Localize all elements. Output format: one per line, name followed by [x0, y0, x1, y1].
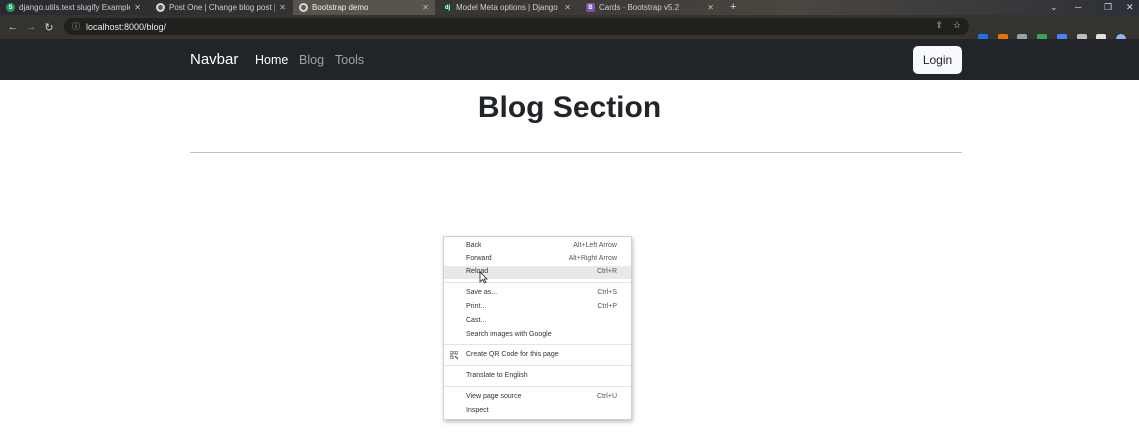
django-icon: dj — [443, 3, 452, 12]
navbar-brand[interactable]: Navbar — [190, 51, 238, 68]
menu-separator — [444, 282, 631, 283]
menu-item-inspect[interactable]: Inspect — [444, 405, 631, 418]
menu-item-shortcut: Ctrl+R — [596, 268, 617, 275]
new-tab-button[interactable]: + — [730, 0, 736, 15]
browser-tab[interactable]: dj Model Meta options | Django do ✕ — [437, 0, 577, 15]
bootstrap-icon: B — [586, 3, 595, 12]
back-arrow-icon[interactable]: ← — [6, 21, 20, 33]
menu-item-label: Save as... — [466, 289, 498, 296]
reload-icon[interactable]: ↻ — [42, 21, 56, 34]
menu-item-cast[interactable]: Cast... — [444, 315, 631, 328]
page-title: Blog Section — [477, 91, 662, 124]
site-navbar: Navbar Home Blog Tools Login — [0, 39, 1139, 80]
browser-tab[interactable]: B Cards · Bootstrap v5.2 ✕ — [580, 0, 720, 15]
menu-item-view-source[interactable]: View page source Ctrl+U — [444, 391, 631, 404]
globe-icon: ◍ — [299, 3, 308, 12]
login-button[interactable]: Login — [913, 46, 962, 74]
site-info-icon[interactable]: ⓘ — [72, 21, 80, 32]
close-icon[interactable]: ✕ — [134, 3, 141, 12]
menu-item-label: View page source — [466, 393, 522, 400]
tab-title: Post One | Change blog post | Dj — [169, 3, 276, 12]
browser-tab-active[interactable]: ◍ Bootstrap demo ✕ — [293, 0, 435, 15]
tab-favicon-s-icon: S — [6, 3, 15, 12]
menu-item-label: Print... — [466, 303, 487, 310]
restore-icon[interactable]: ❐ — [1104, 0, 1112, 15]
menu-item-label: Forward — [466, 255, 492, 262]
globe-icon: ◍ — [156, 3, 165, 12]
close-window-icon[interactable]: ✕ — [1126, 0, 1134, 15]
menu-item-shortcut: Alt+Left Arrow — [573, 242, 617, 249]
tab-title: Model Meta options | Django do — [456, 3, 561, 12]
menu-separator — [444, 365, 631, 366]
nav-link-home[interactable]: Home — [255, 53, 288, 67]
tab-title: Bootstrap demo — [312, 3, 369, 12]
chevron-down-icon[interactable]: ⌄ — [1050, 0, 1058, 15]
nav-link-blog[interactable]: Blog — [299, 53, 324, 67]
mouse-cursor-icon — [479, 271, 488, 284]
browser-tab[interactable]: S django.utils.text slugify Example ✕ — [0, 0, 147, 15]
nav-link-tools[interactable]: Tools — [335, 53, 364, 67]
menu-item-label: Cast... — [466, 317, 487, 324]
menu-item-translate[interactable]: Translate to English — [444, 370, 631, 383]
menu-item-shortcut: Alt+Right Arrow — [568, 255, 617, 262]
browser-tab[interactable]: ◍ Post One | Change blog post | Dj ✕ — [150, 0, 292, 15]
share-icon[interactable]: ⇪ — [935, 20, 943, 31]
menu-item-shortcut: Ctrl+S — [597, 289, 617, 296]
menu-item-back[interactable]: Back Alt+Left Arrow — [444, 240, 631, 253]
menu-item-label: Inspect — [466, 407, 489, 414]
minimize-icon[interactable]: ─ — [1075, 0, 1081, 15]
menu-item-label: Translate to English — [466, 372, 528, 379]
menu-separator — [444, 386, 631, 387]
tab-title: Cards · Bootstrap v5.2 — [599, 3, 680, 12]
tab-title: django.utils.text slugify Example — [19, 3, 131, 12]
context-menu: Back Alt+Left Arrow Forward Alt+Right Ar… — [443, 236, 632, 420]
menu-item-shortcut: Ctrl+U — [596, 393, 617, 400]
menu-item-search-images[interactable]: Search images with Google — [444, 329, 631, 342]
menu-item-label: Back — [466, 242, 482, 249]
url-text[interactable]: localhost:8000/blog/ — [86, 22, 166, 32]
menu-item-shortcut: Ctrl+P — [597, 303, 617, 310]
divider — [190, 152, 962, 153]
close-icon[interactable]: ✕ — [564, 3, 571, 12]
close-icon[interactable]: ✕ — [422, 3, 429, 12]
browser-toolbar: ← → ↻ ⓘ localhost:8000/blog/ ⇪ ☆ — [0, 15, 1139, 44]
menu-item-label: Create QR Code for this page — [466, 351, 559, 358]
menu-item-print[interactable]: Print... Ctrl+P — [444, 301, 631, 314]
browser-tab-strip: S django.utils.text slugify Example ✕ ◍ … — [0, 0, 1139, 15]
address-bar[interactable]: ⓘ localhost:8000/blog/ ⇪ ☆ — [64, 18, 969, 35]
menu-item-reload[interactable]: Reload Ctrl+R — [444, 266, 631, 279]
bookmark-star-icon[interactable]: ☆ — [953, 20, 961, 31]
menu-item-create-qr-code[interactable]: Create QR Code for this page — [444, 349, 631, 362]
menu-item-save-as[interactable]: Save as... Ctrl+S — [444, 287, 631, 300]
menu-item-label: Search images with Google — [466, 331, 552, 338]
close-icon[interactable]: ✕ — [279, 3, 286, 12]
menu-item-forward[interactable]: Forward Alt+Right Arrow — [444, 253, 631, 266]
qr-code-icon — [450, 351, 458, 359]
close-icon[interactable]: ✕ — [707, 3, 714, 12]
forward-arrow-icon[interactable]: → — [24, 21, 38, 33]
menu-separator — [444, 344, 631, 345]
